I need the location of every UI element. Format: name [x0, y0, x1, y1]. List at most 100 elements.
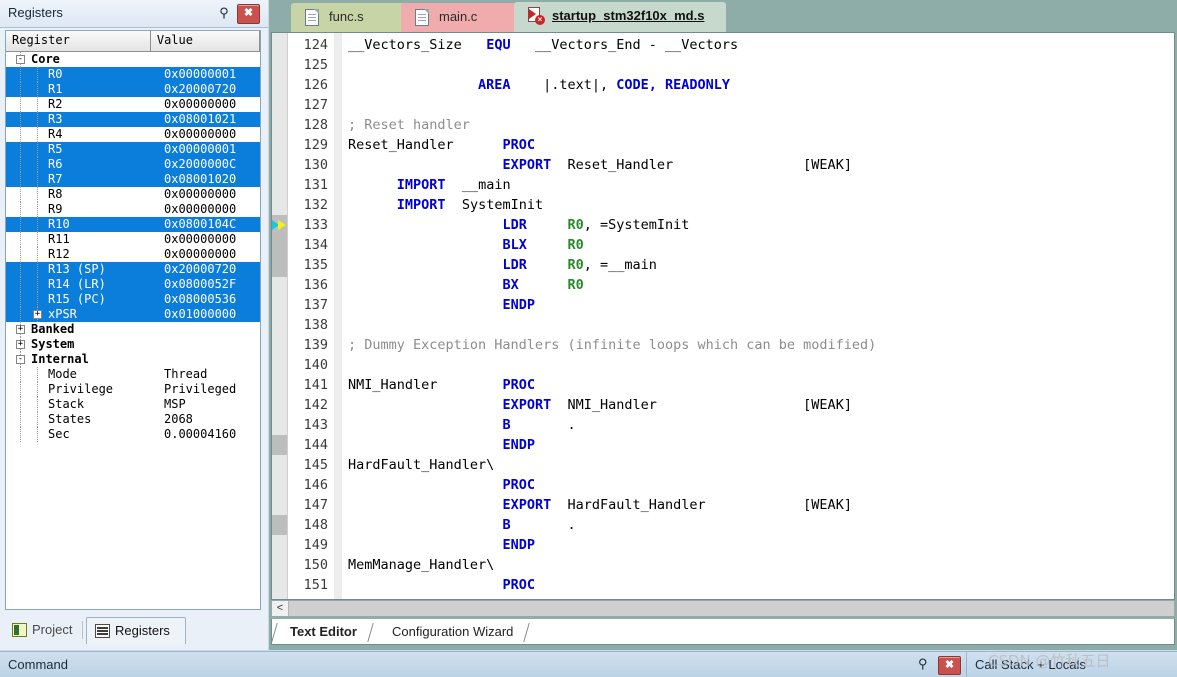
scroll-left-icon[interactable]: <	[272, 601, 289, 616]
register-row[interactable]: R7 0x08001020	[6, 172, 260, 187]
register-row[interactable]: R5 0x00000001	[6, 142, 260, 157]
code-line[interactable]: EXPORT HardFault_Handler [WEAK]	[348, 495, 852, 515]
code-line[interactable]: ; Dummy Exception Handlers (infinite loo…	[348, 335, 876, 355]
register-value[interactable]: 0x00000001	[164, 142, 236, 157]
register-value[interactable]: 0x0800104C	[164, 217, 236, 232]
register-row[interactable]: R1 0x20000720	[6, 82, 260, 97]
expand-icon[interactable]: +	[16, 340, 25, 349]
register-row[interactable]: R11 0x00000000	[6, 232, 260, 247]
code-line[interactable]: ENDP	[348, 435, 535, 455]
register-value[interactable]: Privileged	[164, 382, 236, 397]
code-line[interactable]: HardFault_Handler\	[348, 455, 494, 475]
code-line[interactable]: LDR R0, =SystemInit	[348, 215, 689, 235]
code-line[interactable]: ENDP	[348, 535, 535, 555]
code-content[interactable]: __Vectors_Size EQU __Vectors_End - __Vec…	[334, 33, 1174, 599]
register-value[interactable]: 0x00000000	[164, 202, 236, 217]
expand-icon[interactable]: +	[16, 325, 25, 334]
sidebar-item-label: Registers	[115, 623, 170, 638]
register-value[interactable]: MSP	[164, 397, 186, 412]
code-editor[interactable]: 124 125 126 127 128 129 130 131 132 133 134 135 136 1…	[271, 32, 1175, 600]
code-line[interactable]: B .	[348, 415, 575, 435]
code-line[interactable]: MemManage_Handler\	[348, 555, 494, 575]
code-line[interactable]: __Vectors_Size EQU __Vectors_End - __Vec…	[348, 35, 738, 55]
register-row[interactable]: R4 0x00000000	[6, 127, 260, 142]
code-line[interactable]: ; Reset handler	[348, 115, 470, 135]
register-row[interactable]: R10 0x0800104C	[6, 217, 260, 232]
register-row[interactable]: Sec 0.00004160	[6, 427, 260, 442]
close-icon[interactable]: ✖	[237, 4, 260, 24]
tab-configuration-wizard[interactable]: Configuration Wizard	[380, 621, 531, 643]
column-header-register[interactable]: Register	[6, 31, 151, 52]
register-row[interactable]: R14 (LR) 0x0800052F	[6, 277, 260, 292]
register-row[interactable]: + xPSR 0x01000000	[6, 307, 260, 322]
code-line[interactable]: BLX R0	[348, 235, 583, 255]
register-row[interactable]: Mode Thread	[6, 367, 260, 382]
register-row[interactable]: - Core	[6, 52, 260, 67]
code-line[interactable]: IMPORT SystemInit	[348, 195, 543, 215]
register-value[interactable]: 2068	[164, 412, 193, 427]
register-value[interactable]: 0x00000000	[164, 247, 236, 262]
expand-icon[interactable]: +	[33, 310, 42, 319]
register-row[interactable]: + Banked	[6, 322, 260, 337]
editor-gutter[interactable]	[272, 33, 288, 599]
register-row[interactable]: R15 (PC) 0x08000536	[6, 292, 260, 307]
tab-startup-stm32f10x-md-s[interactable]: × startup_stm32f10x_md.s	[514, 2, 726, 32]
register-value[interactable]: 0.00004160	[164, 427, 236, 442]
register-row[interactable]: + System	[6, 337, 260, 352]
register-row[interactable]: R12 0x00000000	[6, 247, 260, 262]
register-value[interactable]: 0x20000720	[164, 82, 236, 97]
register-row[interactable]: R13 (SP) 0x20000720	[6, 262, 260, 277]
register-value[interactable]: 0x08001021	[164, 112, 236, 127]
column-header-value[interactable]: Value	[150, 31, 260, 52]
sidebar-item-project[interactable]: Project	[4, 617, 82, 644]
register-value[interactable]: 0x20000720	[164, 262, 236, 277]
register-value[interactable]: 0x00000000	[164, 97, 236, 112]
register-value[interactable]: 0x00000000	[164, 187, 236, 202]
register-value[interactable]: 0x00000000	[164, 232, 236, 247]
register-row[interactable]: R3 0x08001021	[6, 112, 260, 127]
register-value[interactable]: 0x08000536	[164, 292, 236, 307]
register-value[interactable]: 0x00000000	[164, 127, 236, 142]
code-token: Reset_Handler	[348, 137, 454, 153]
code-line[interactable]: EXPORT NMI_Handler [WEAK]	[348, 395, 852, 415]
register-row[interactable]: States 2068	[6, 412, 260, 427]
collapse-icon[interactable]: -	[16, 355, 25, 364]
register-row[interactable]: R9 0x00000000	[6, 202, 260, 217]
register-row[interactable]: R8 0x00000000	[6, 187, 260, 202]
code-line[interactable]: PROC	[348, 475, 535, 495]
code-line[interactable]: EXPORT Reset_Handler [WEAK]	[348, 155, 852, 175]
register-row[interactable]: Privilege Privileged	[6, 382, 260, 397]
code-line[interactable]: PROC	[348, 575, 535, 595]
code-line[interactable]: NMI_Handler PROC	[348, 375, 535, 395]
register-row[interactable]: - Internal	[6, 352, 260, 367]
registers-tree[interactable]: Register Value - Core R0 0x00000001 R1 0x2000…	[5, 30, 261, 610]
register-row[interactable]: R6 0x2000000C	[6, 157, 260, 172]
code-line[interactable]: BX R0	[348, 275, 583, 295]
register-value[interactable]: 0x2000000C	[164, 157, 236, 172]
register-value[interactable]: 0x0800052F	[164, 277, 236, 292]
code-line[interactable]: ENDP	[348, 295, 535, 315]
code-line[interactable]: IMPORT __main	[348, 175, 511, 195]
code-line[interactable]: Reset_Handler PROC	[348, 135, 535, 155]
register-value[interactable]: 0x08001020	[164, 172, 236, 187]
register-row[interactable]: R2 0x00000000	[6, 97, 260, 112]
register-row[interactable]: R0 0x00000001	[6, 67, 260, 82]
editor-horizontal-scrollbar[interactable]: <	[271, 600, 1175, 617]
code-line[interactable]: AREA |.text|, CODE, READONLY	[348, 75, 730, 95]
close-icon[interactable]: ✖	[938, 656, 961, 675]
code-line[interactable]: LDR R0, =__main	[348, 255, 656, 275]
pin-icon[interactable]: ⚲	[918, 656, 928, 672]
pin-icon[interactable]: ⚲	[216, 4, 232, 22]
register-row[interactable]: Stack MSP	[6, 397, 260, 412]
sidebar-item-registers[interactable]: Registers	[86, 617, 186, 644]
register-value[interactable]: 0x01000000	[164, 307, 236, 322]
collapse-icon[interactable]: -	[16, 55, 25, 64]
tab-main-c[interactable]: main.c	[401, 3, 523, 32]
register-value[interactable]: 0x00000001	[164, 67, 236, 82]
tab-func-s[interactable]: func.s	[291, 3, 411, 32]
code-token: Reset_Handler [WEAK]	[551, 157, 852, 173]
tree-guide	[20, 382, 21, 397]
code-line[interactable]: B .	[348, 515, 575, 535]
tab-text-editor[interactable]: Text Editor	[271, 621, 374, 643]
register-value[interactable]: Thread	[164, 367, 207, 382]
